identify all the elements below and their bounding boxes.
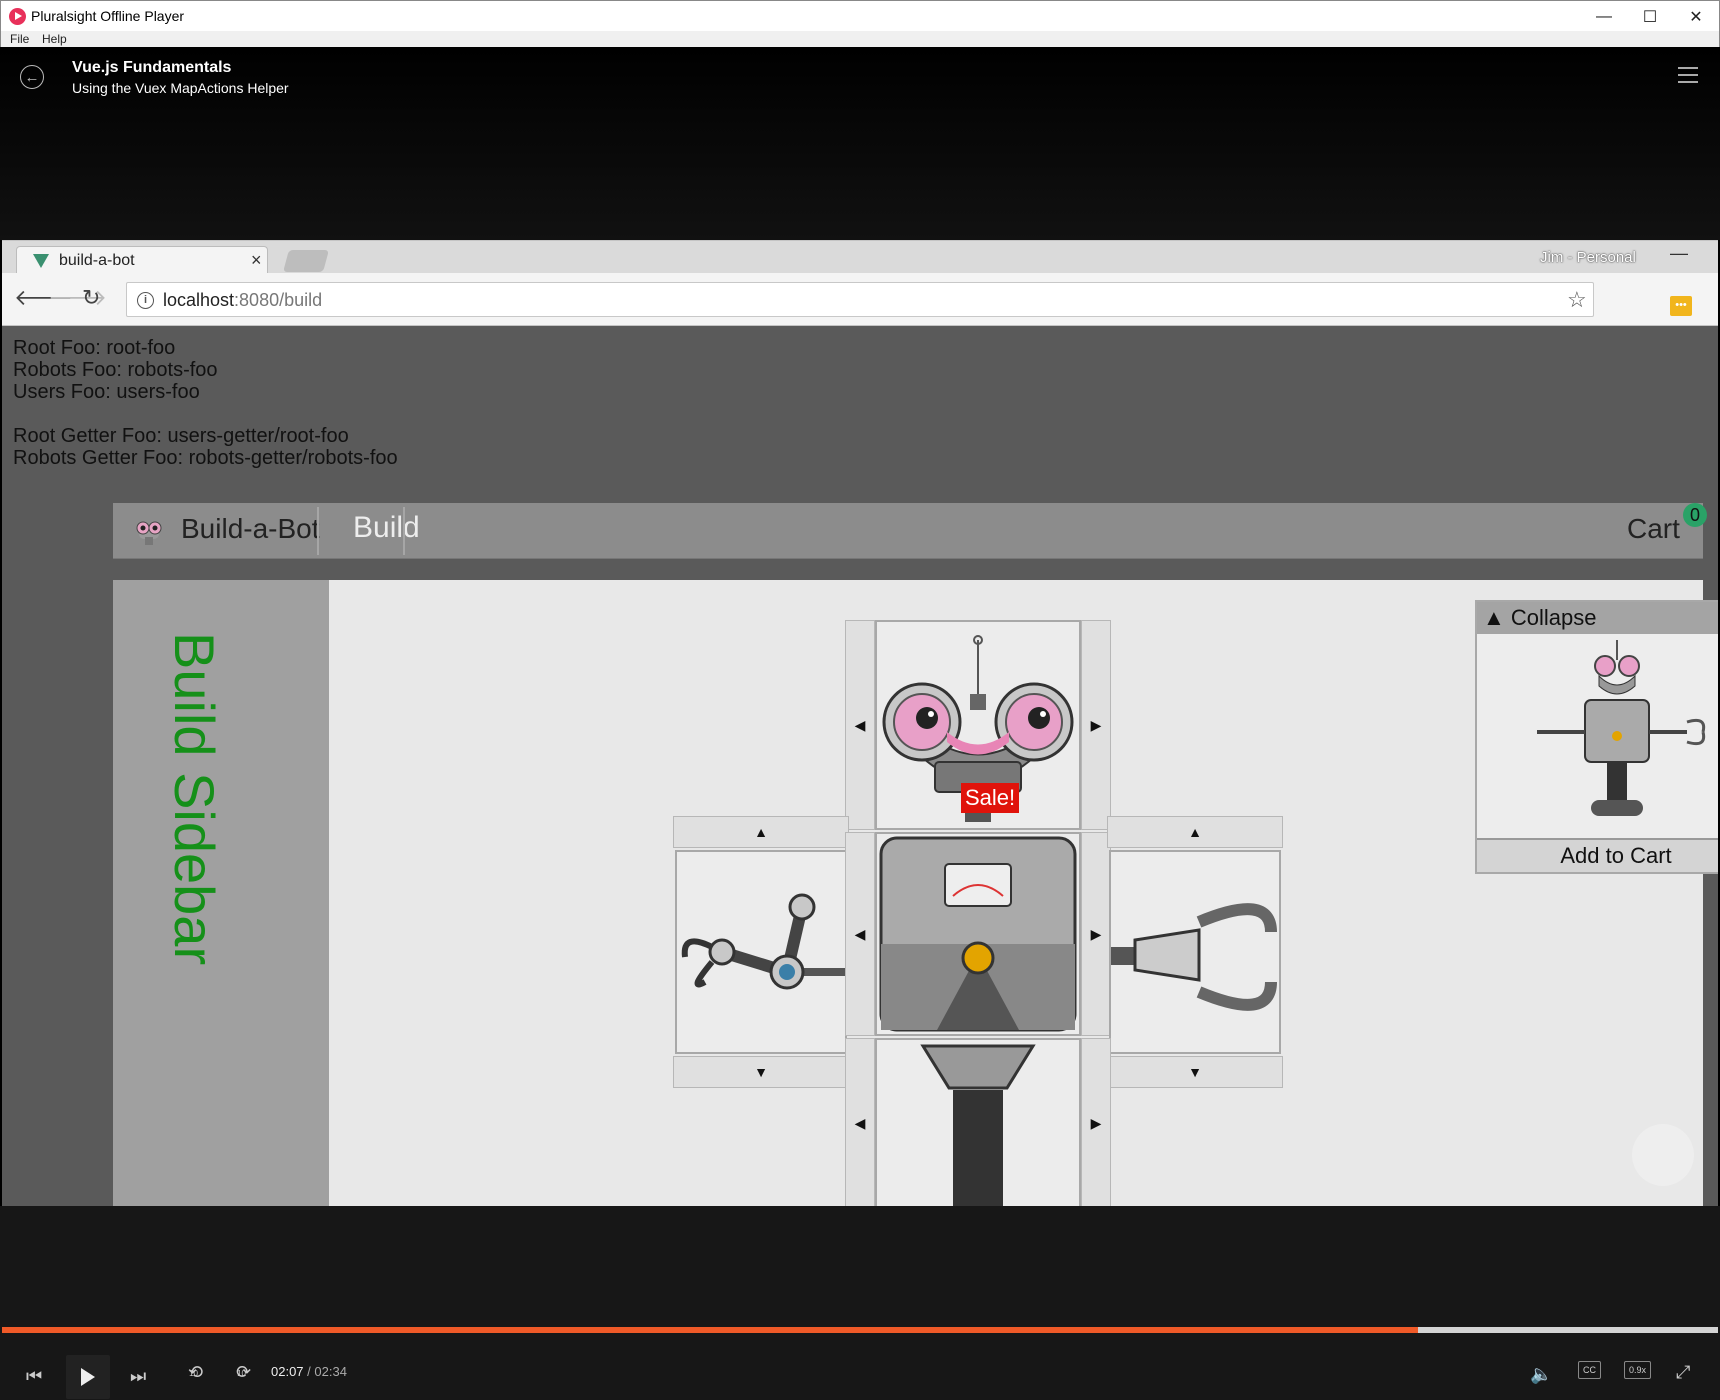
torso-part [875, 832, 1081, 1036]
info-icon[interactable]: i [137, 292, 154, 309]
torso-prev-button[interactable]: ◀ [845, 832, 875, 1036]
browser-minimize-icon[interactable]: — [1670, 243, 1688, 264]
new-tab-button[interactable] [283, 250, 329, 272]
debug-line: Root Getter Foo: users-getter/root-foo [13, 425, 349, 447]
total-time: 02:34 [314, 1364, 347, 1379]
forward-10-label: 10 [237, 1369, 246, 1378]
right-arm-next-button[interactable]: ▼ [1107, 1056, 1283, 1088]
nav-cart-link[interactable]: Cart [1627, 513, 1680, 545]
robot-torso-image [879, 836, 1077, 1032]
nav-build-link[interactable]: Build [353, 511, 420, 545]
right-arm-part [1109, 850, 1281, 1054]
left-arm-prev-button[interactable]: ▲ [673, 816, 849, 848]
app-navbar: Build-a-Bot Build Cart 0 [113, 503, 1707, 559]
url-text: localhost:8080/build [163, 290, 322, 311]
play-icon [81, 1368, 95, 1386]
progress-fill [2, 1327, 1418, 1333]
head-prev-button[interactable]: ◀ [845, 620, 875, 830]
add-to-cart-button[interactable]: Add to Cart [1477, 838, 1718, 872]
left-arm-next-button[interactable]: ▼ [673, 1056, 849, 1088]
extension-icon[interactable]: ••• [1670, 296, 1692, 316]
robot-left-arm-image [681, 893, 845, 990]
url-path: :8080/build [234, 290, 323, 310]
video-frame[interactable]: build-a-bot × Jim - Personal — 🡐 🡒 ↻ i l… [2, 240, 1718, 1206]
pluralsight-app-icon [9, 8, 26, 25]
debug-line: Robots Getter Foo: robots-getter/robots-… [13, 447, 398, 469]
next-clip-icon[interactable]: ⏭ [130, 1366, 146, 1387]
robot-logo-icon [136, 521, 162, 545]
address-bar[interactable]: i localhost:8080/build ☆ [126, 282, 1594, 317]
current-time: 02:07 [271, 1364, 304, 1379]
back-arrow-icon[interactable]: ← [20, 65, 44, 89]
browser-profile[interactable]: Jim - Personal [1540, 249, 1636, 266]
player-controls: ⏮ ⏭ ⟲10 ⟳10 02:07 / 02:34 🔈 CC 0.9x ⤢ [0, 1206, 1720, 1400]
progress-bar[interactable] [2, 1327, 1718, 1333]
debug-line [13, 403, 398, 425]
nav-divider [403, 507, 405, 555]
fullscreen-icon[interactable]: ⤢ [1676, 1362, 1690, 1383]
clip-title: Using the Vuex MapActions Helper [72, 80, 289, 96]
rewind-10-icon[interactable]: ⟲10 [188, 1362, 212, 1383]
tab-title: build-a-bot [59, 252, 135, 269]
minimize-button[interactable]: — [1581, 1, 1627, 32]
nav-divider [317, 507, 319, 555]
pluralsight-watermark-icon [1632, 1124, 1694, 1186]
vue-logo-icon [33, 254, 49, 268]
time-display: 02:07 / 02:34 [271, 1364, 347, 1379]
player-header: ← Vue.js Fundamentals Using the Vuex Map… [0, 47, 1720, 240]
nav-brand-link[interactable]: Build-a-Bot [181, 513, 320, 545]
url-host: localhost [163, 290, 235, 310]
window-title: Pluralsight Offline Player [31, 8, 185, 24]
debug-line: Robots Foo: robots-foo [13, 359, 218, 381]
sale-badge: Sale! [961, 783, 1020, 813]
playback-speed-button[interactable]: 0.9x [1624, 1361, 1652, 1379]
base-next-button[interactable]: ▶ [1081, 1038, 1111, 1206]
head-next-button[interactable]: ▶ [1081, 620, 1111, 830]
previous-clip-icon[interactable]: ⏮ [26, 1366, 42, 1387]
captions-button[interactable]: CC [1578, 1361, 1601, 1379]
time-separator: / [307, 1364, 311, 1379]
browser-toolbar: 🡐 🡒 ↻ i localhost:8080/build ☆ ••• [2, 273, 1718, 326]
robot-base-image [920, 1044, 1036, 1206]
robot-right-arm-image [1111, 903, 1277, 1011]
menu-help[interactable]: Help [42, 31, 67, 47]
maximize-button[interactable]: ☐ [1627, 1, 1673, 32]
volume-icon[interactable]: 🔈 [1530, 1364, 1552, 1385]
left-arm-part [675, 850, 847, 1054]
menu-file[interactable]: File [10, 31, 29, 47]
right-arm-prev-button[interactable]: ▲ [1107, 816, 1283, 848]
collapse-toggle[interactable]: ▲ Collapse [1477, 602, 1718, 634]
robot-builder: ◀ ▶ Sale! ▲ ▼ ◀ ▶ ▲ ▼ ◀ ▶ ▲ Collapse Add… [329, 580, 1718, 1206]
robot-preview-image [1537, 640, 1706, 816]
debug-line: Root Foo: root-foo [13, 337, 176, 359]
debug-line: Users Foo: users-foo [13, 381, 200, 403]
browser-tab[interactable]: build-a-bot × [16, 246, 268, 274]
rewind-10-label: 10 [189, 1369, 198, 1378]
base-prev-button[interactable]: ◀ [845, 1038, 875, 1206]
course-title: Vue.js Fundamentals [72, 59, 232, 76]
base-part [875, 1038, 1081, 1206]
reload-icon[interactable]: ↻ [82, 285, 100, 311]
sidebar-text: Build Sidebar [163, 632, 226, 966]
debug-output: Root Foo: root-foo Robots Foo: robots-fo… [13, 337, 398, 469]
play-button[interactable] [66, 1355, 110, 1399]
page-content: Build Sidebar ◀ ▶ Sale! ▲ ▼ ◀ ▶ ▲ ▼ ◀ ▶ … [113, 580, 1718, 1206]
menubar: File Help [0, 31, 1720, 47]
robot-preview: ▲ Collapse Add to Cart [1475, 600, 1718, 874]
bookmark-star-icon[interactable]: ☆ [1567, 287, 1587, 313]
browser-tabstrip: build-a-bot × Jim - Personal — [2, 240, 1718, 274]
forward-10-icon[interactable]: ⟳10 [236, 1362, 260, 1383]
close-button[interactable]: ✕ [1673, 1, 1719, 32]
web-page: Root Foo: root-foo Robots Foo: robots-fo… [2, 327, 1718, 1206]
window-titlebar: Pluralsight Offline Player — ☐ ✕ [0, 0, 1720, 31]
table-of-contents-icon[interactable] [1678, 67, 1698, 83]
cart-count-badge: 0 [1683, 503, 1707, 527]
torso-next-button[interactable]: ▶ [1081, 832, 1111, 1036]
build-sidebar: Build Sidebar [113, 580, 329, 1206]
tab-close-icon[interactable]: × [251, 250, 262, 271]
